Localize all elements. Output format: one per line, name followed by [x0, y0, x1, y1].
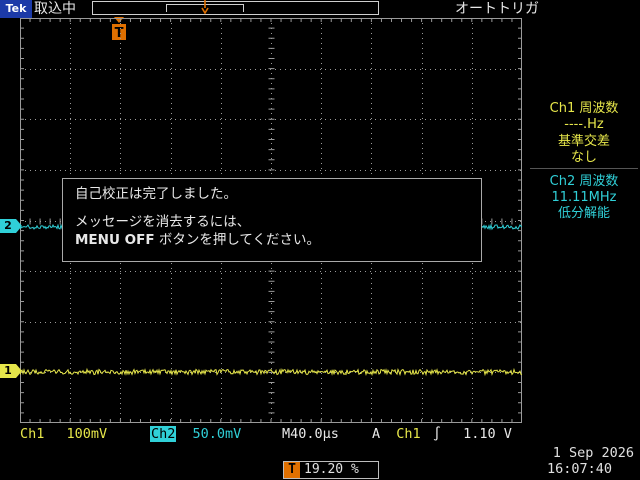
- trigger-level: 1.10 V: [463, 426, 512, 442]
- ch2-marker-arrow: [16, 219, 22, 233]
- position-trigger-icon: T: [284, 462, 300, 478]
- ch2-freq-title: Ch2 周波数: [549, 174, 619, 189]
- trigger-source: Ch1: [396, 426, 421, 442]
- ch1-freq-title: Ch1 周波数: [549, 101, 619, 116]
- ch2-freq-note: 低分解能: [557, 206, 610, 221]
- message-line-3: MENU OFF ボタンを押してください。: [75, 231, 469, 249]
- horizontal-position-readout[interactable]: T 19.20 %: [283, 461, 379, 479]
- message-line-2: メッセージを消去するには、: [75, 214, 251, 230]
- ch1-freq-value: ----.Hz: [564, 117, 604, 132]
- timebase-scale: 40.0µs: [290, 426, 339, 442]
- trigger-mode: A: [372, 426, 381, 442]
- timebase-label: M: [282, 426, 291, 442]
- timebase-readout[interactable]: M40.0µs: [282, 425, 339, 443]
- trigger-slope-icon: ∫: [432, 426, 441, 442]
- menu-off-key: MENU OFF: [75, 232, 155, 248]
- date-readout: 1 Sep 2026: [552, 445, 634, 461]
- position-value: 19.20 %: [304, 462, 359, 477]
- ch1-freq-note1: 基準交差: [557, 134, 610, 149]
- ch2-scale-readout[interactable]: Ch2 50.0mV: [150, 425, 241, 443]
- tek-logo: Tek: [0, 0, 32, 18]
- ch1-marker-arrow: [16, 364, 22, 378]
- calibration-message-box: 自己校正は完了しました。 メッセージを消去するには、 MENU OFF ボタンを…: [62, 178, 482, 262]
- ch1-label: Ch1: [20, 426, 45, 442]
- ch2-scale: 50.0mV: [192, 426, 242, 442]
- message-line-3-rest: ボタンを押してください。: [154, 232, 321, 248]
- ch2-freq-value: 11.11MHz: [551, 190, 617, 205]
- trigger-status: オートトリガ: [455, 1, 539, 17]
- record-trigger-icon: [201, 0, 209, 16]
- trigger-readout[interactable]: A Ch1 ∫ 1.10 V: [372, 425, 512, 443]
- ch1-scale: 100mV: [66, 426, 108, 442]
- ch2-label: Ch2: [150, 426, 177, 442]
- side-divider: [530, 168, 638, 169]
- ch1-ground-marker[interactable]: 1: [0, 364, 16, 378]
- ch1-freq-note2: なし: [570, 150, 597, 165]
- time-readout: 16:07:40: [546, 461, 612, 477]
- message-line-1: 自己校正は完了しました。: [75, 186, 237, 202]
- acquisition-status: 取込中: [34, 1, 76, 17]
- ch1-scale-readout[interactable]: Ch1 100mV: [20, 425, 107, 443]
- ch2-ground-marker[interactable]: 2: [0, 219, 16, 233]
